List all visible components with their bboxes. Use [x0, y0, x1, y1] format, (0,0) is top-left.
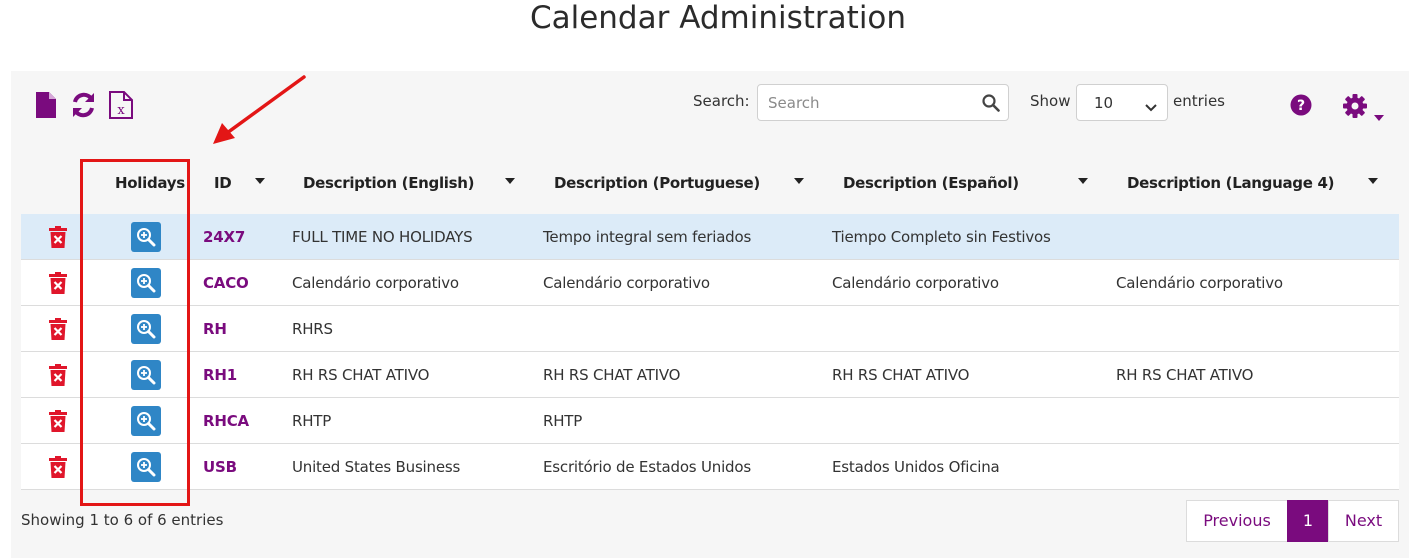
column-header-description-espanol[interactable]: Description (Español)	[843, 174, 1019, 192]
search-input[interactable]	[768, 93, 968, 113]
cell-description-espanol: RH RS CHAT ATIVO	[832, 366, 970, 384]
show-label: Show	[1030, 92, 1071, 110]
delete-icon[interactable]	[49, 226, 67, 252]
gear-icon[interactable]	[1342, 93, 1368, 123]
cell-description-language-4: Calendário corporativo	[1116, 274, 1283, 292]
caret-down-icon[interactable]	[1374, 106, 1384, 125]
column-header-description-language-4[interactable]: Description (Language 4)	[1127, 174, 1335, 192]
cell-id: RHCA	[203, 412, 249, 430]
delete-icon[interactable]	[49, 456, 67, 482]
column-header-id[interactable]: ID	[214, 174, 232, 192]
cell-description-english: RH RS CHAT ATIVO	[292, 366, 430, 384]
svg-text:x: x	[117, 103, 125, 118]
sort-caret-icon[interactable]	[794, 178, 804, 184]
column-header-description-portuguese[interactable]: Description (Portuguese)	[554, 174, 760, 192]
cell-description-portuguese: RHTP	[543, 412, 583, 430]
table-row[interactable]: RH1 RH RS CHAT ATIVO RH RS CHAT ATIVO RH RS…	[21, 352, 1399, 398]
cell-description-espanol: Calendário corporativo	[832, 274, 999, 292]
sort-caret-icon[interactable]	[1078, 178, 1088, 184]
cell-description-english: RHRS	[292, 320, 333, 338]
search-icon[interactable]	[982, 94, 1000, 116]
sort-caret-icon[interactable]	[255, 178, 265, 184]
cell-description-portuguese: RH RS CHAT ATIVO	[543, 366, 681, 384]
refresh-icon[interactable]	[71, 91, 96, 119]
new-file-icon[interactable]	[35, 91, 57, 119]
cell-description-english: FULL TIME NO HOLIDAYS	[292, 228, 473, 246]
delete-icon[interactable]	[49, 272, 67, 298]
previous-page-button[interactable]: Previous	[1186, 500, 1288, 542]
table-row[interactable]: 24X7 FULL TIME NO HOLIDAYS Tempo integral …	[21, 214, 1399, 260]
table-info: Showing 1 to 6 of 6 entries	[21, 511, 224, 529]
cell-id: RH	[203, 320, 227, 338]
entries-label: entries	[1173, 92, 1225, 110]
cell-description-portuguese: Calendário corporativo	[543, 274, 710, 292]
page-length-value: 10	[1094, 94, 1114, 112]
delete-icon[interactable]	[49, 318, 67, 344]
cell-id: RH1	[203, 366, 237, 384]
cell-description-portuguese: Tempo integral sem feriados	[543, 228, 752, 246]
cell-id: 24X7	[203, 228, 246, 246]
table-row[interactable]: USB United States Business Escritório de E…	[21, 444, 1399, 490]
annotation-highlight-box	[80, 159, 190, 506]
delete-icon[interactable]	[49, 364, 67, 390]
table-row[interactable]: CACO Calendário corporativo Calendário cor…	[21, 260, 1399, 306]
column-header-description-english[interactable]: Description (English)	[303, 174, 475, 192]
next-page-button[interactable]: Next	[1328, 500, 1399, 542]
cell-description-portuguese: Escritório de Estados Unidos	[543, 458, 751, 476]
delete-icon[interactable]	[49, 410, 67, 436]
page-1-button[interactable]: 1	[1287, 500, 1329, 542]
cell-id: CACO	[203, 274, 249, 292]
page-length-select[interactable]: 10	[1076, 84, 1168, 121]
search-label: Search:	[693, 92, 750, 110]
sort-caret-icon[interactable]	[505, 178, 515, 184]
cell-description-language-4: RH RS CHAT ATIVO	[1116, 366, 1254, 384]
cell-description-espanol: Estados Unidos Oficina	[832, 458, 1000, 476]
page-title: Calendar Administration	[529, 0, 907, 36]
excel-export-icon[interactable]: x	[108, 91, 134, 119]
search-field[interactable]	[757, 84, 1009, 121]
cell-description-espanol: Tiempo Completo sin Festivos	[832, 228, 1051, 246]
help-icon[interactable]: ?	[1290, 94, 1312, 120]
cell-description-english: RHTP	[292, 412, 332, 430]
chevron-down-icon	[1145, 97, 1157, 116]
sort-caret-icon[interactable]	[1368, 178, 1378, 184]
svg-text:?: ?	[1297, 98, 1305, 114]
table-row[interactable]: RH RHRS	[21, 306, 1399, 352]
annotation-arrow-icon	[213, 75, 306, 144]
cell-description-english: Calendário corporativo	[292, 274, 459, 292]
cell-description-english: United States Business	[292, 458, 461, 476]
table-row[interactable]: RHCA RHTP RHTP	[21, 398, 1399, 444]
cell-id: USB	[203, 458, 237, 476]
